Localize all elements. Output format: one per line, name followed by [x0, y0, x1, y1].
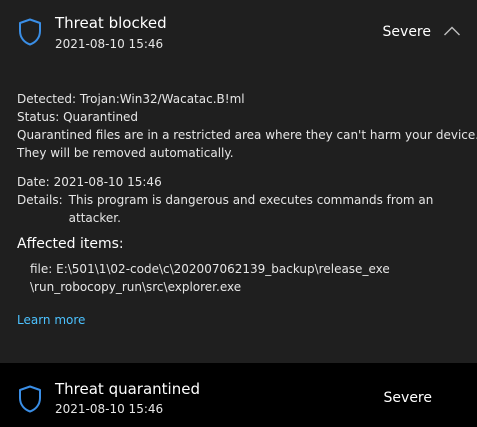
status-row: Status: Quarantined [17, 108, 467, 126]
threat-card-quarantined[interactable]: Threat quarantined 2021-08-10 15:46 Seve… [0, 363, 477, 427]
threat-details: Detected: Trojan:Win32/Wacatac.B!ml Stat… [17, 90, 477, 227]
affected-path-line2: \run_robocopy_run\src\explorer.exe [30, 280, 242, 294]
date-value: 2021-08-10 15:46 [53, 175, 162, 189]
severity-label: Severe [382, 24, 431, 40]
status-description-line2: They will be removed automatically. [17, 146, 234, 160]
severity-label: Severe [383, 390, 432, 406]
learn-more-link[interactable]: Learn more [17, 313, 85, 327]
affected-items-title: Affected items: [17, 236, 124, 252]
detected-label: Detected: [17, 92, 77, 106]
status-label: Status: [17, 110, 60, 124]
chevron-up-icon[interactable] [443, 24, 461, 38]
affected-path-line1: file: E:\501\1\02-code\c\202007062139_ba… [30, 262, 390, 276]
threat-timestamp: 2021-08-10 15:46 [55, 37, 164, 51]
status-value: Quarantined [63, 110, 139, 124]
threat-timestamp: 2021-08-10 15:46 [55, 402, 164, 416]
threat-title: Threat blocked [55, 14, 167, 32]
details-value: This program is dangerous and executes c… [69, 191, 434, 227]
details-value-line1: This program is dangerous and executes c… [68, 193, 434, 207]
details-row: Details: This program is dangerous and e… [17, 191, 467, 227]
detected-row: Detected: Trojan:Win32/Wacatac.B!ml [17, 90, 467, 108]
date-row: Date: 2021-08-10 15:46 [17, 173, 467, 191]
affected-items-path[interactable]: file: E:\501\1\02-code\c\202007062139_ba… [30, 260, 390, 296]
detected-value: Trojan:Win32/Wacatac.B!ml [79, 92, 245, 106]
status-description-line1: Quarantined files are in a restricted ar… [17, 128, 477, 142]
date-label: Date: [17, 175, 50, 189]
threat-card-blocked[interactable]: Threat blocked 2021-08-10 15:46 Severe D… [0, 0, 477, 363]
shield-icon [19, 18, 41, 46]
shield-icon [19, 385, 41, 413]
threat-title: Threat quarantined [55, 380, 200, 398]
details-label: Details: [17, 193, 63, 207]
details-value-line2: attacker. [68, 211, 121, 225]
